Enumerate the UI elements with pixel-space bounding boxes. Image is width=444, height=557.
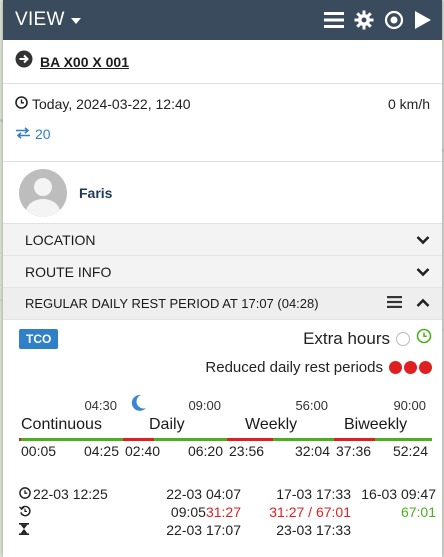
rest-period-details: TCO Extra hours Reduced daily rest perio… <box>3 320 442 539</box>
column-continuous: 04:30 Continuous 00:05 04:25 <box>19 398 123 459</box>
event-count[interactable]: 20 <box>35 126 51 142</box>
view-menu-button[interactable]: VIEW <box>15 9 81 31</box>
caret-down-icon <box>70 18 81 24</box>
weekly-bar-green <box>273 438 334 441</box>
play-icon[interactable] <box>414 10 432 30</box>
driver-row: Faris <box>3 162 442 224</box>
target-icon[interactable] <box>384 10 404 30</box>
biweekly-label: Biweekly <box>344 416 408 433</box>
arrow-right-circle-icon <box>15 50 33 73</box>
biweekly-remaining: 52:24 <box>392 443 428 459</box>
status-timestamp: Today, 2024-03-22, 12:40 <box>32 96 191 112</box>
continuous-used: 00:05 <box>21 443 57 459</box>
vehicle-row: BA X00 X 001 <box>3 40 442 84</box>
table-row: 22-03 12:25 22-03 04:07 17-03 17:33 16-0… <box>19 485 436 503</box>
table-cell: 22-03 17:07 <box>166 522 241 538</box>
driver-name[interactable]: Faris <box>79 185 112 201</box>
weekly-limit: 56:00 <box>295 398 328 413</box>
table-cell: 16-03 09:47 <box>361 486 436 502</box>
table-cell: 31:27 / 67:01 <box>269 504 351 520</box>
section-location[interactable]: LOCATION <box>3 224 442 256</box>
hourglass-icon <box>19 522 29 538</box>
table-row: 09:0531:27 31:27 / 67:01 67:01 <box>18 503 436 521</box>
table-cell: 31:27 <box>205 504 241 520</box>
table-cell: 67:01 <box>400 504 436 520</box>
table-cell: 22-03 12:25 <box>33 486 108 502</box>
clock-icon <box>19 486 31 502</box>
swap-arrows-icon <box>15 126 31 142</box>
reduced-rest-dots <box>389 361 432 374</box>
section-location-label: LOCATION <box>25 231 96 248</box>
chevron-down-icon <box>416 264 430 280</box>
reduced-rest-label: Reduced daily rest periods <box>205 359 383 376</box>
weekly-label: Weekly <box>245 416 298 433</box>
red-dot-icon <box>419 361 432 374</box>
daily-remaining: 06:20 <box>187 443 223 459</box>
rest-times-table: 22-03 12:25 22-03 04:07 17-03 17:33 16-0… <box>18 485 436 539</box>
menu-icon[interactable] <box>324 11 344 29</box>
section-rest-period[interactable]: REGULAR DAILY REST PERIOD AT 17:07 (04:2… <box>3 288 442 320</box>
daily-used: 02:40 <box>125 443 161 459</box>
avatar <box>19 168 67 217</box>
vehicle-plate-link[interactable]: BA X00 X 001 <box>40 54 129 70</box>
driving-time-grid: 04:30 Continuous 00:05 04:25 09:00 Daily <box>19 394 432 459</box>
continuous-bar-green <box>21 438 123 441</box>
red-dot-icon <box>389 361 402 374</box>
chevron-up-icon[interactable] <box>416 296 430 311</box>
table-cell: 17-03 17:33 <box>276 486 351 502</box>
weekly-remaining: 32:04 <box>294 443 330 459</box>
moon-icon <box>131 394 147 417</box>
table-cell: 22-03 04:07 <box>166 486 241 502</box>
section-rest-period-label: REGULAR DAILY REST PERIOD AT 17:07 (04:2… <box>25 296 319 311</box>
continuous-limit: 04:30 <box>84 398 117 413</box>
weekly-bar-red <box>227 438 273 441</box>
daily-bar-green <box>154 438 227 441</box>
biweekly-limit: 90:00 <box>393 398 426 413</box>
biweekly-bar-red <box>334 438 376 441</box>
column-biweekly: 90:00 Biweekly 37:36 52:24 <box>334 398 432 459</box>
clock-icon <box>15 96 28 112</box>
biweekly-bar-green <box>375 438 432 441</box>
view-label: VIEW <box>15 9 65 30</box>
section-route-info[interactable]: ROUTE INFO <box>3 256 442 288</box>
status-block: Today, 2024-03-22, 12:40 0 km/h 20 <box>3 84 442 162</box>
panel-header: VIEW <box>3 0 442 40</box>
weekly-used: 23:56 <box>229 443 265 459</box>
speed-value: 0 km/h <box>387 96 430 112</box>
column-weekly: 56:00 Weekly 23:56 32:04 <box>227 398 334 459</box>
daily-bar-red <box>123 438 155 441</box>
gear-icon[interactable] <box>354 10 374 30</box>
section-route-info-label: ROUTE INFO <box>25 263 112 280</box>
daily-label: Daily <box>149 416 185 433</box>
column-daily: 09:00 Daily 02:40 06:20 <box>123 394 227 459</box>
continuous-bar <box>19 438 123 441</box>
biweekly-used: 37:36 <box>336 443 372 459</box>
table-row: 22-03 17:07 23-03 17:33 <box>19 521 432 539</box>
continuous-label: Continuous <box>21 416 102 433</box>
continuous-remaining: 04:25 <box>83 443 119 459</box>
table-cell: 23-03 17:33 <box>276 522 351 538</box>
chevron-down-icon <box>416 232 430 248</box>
history-icon <box>18 504 31 520</box>
list-menu-icon[interactable] <box>387 296 402 311</box>
empty-circle-icon <box>396 331 410 346</box>
red-dot-icon <box>404 361 417 374</box>
biweekly-bar <box>334 438 432 441</box>
green-clock-icon <box>416 328 432 349</box>
extra-hours-label: Extra hours <box>303 328 390 348</box>
daily-bar <box>123 438 227 441</box>
table-cell: 09:05 <box>170 504 206 520</box>
weekly-bar <box>227 438 334 441</box>
vehicle-info-panel: VIEW BA X00 X 001 Today, 2024-03-22, 12:… <box>3 0 442 557</box>
tco-badge[interactable]: TCO <box>19 328 59 349</box>
